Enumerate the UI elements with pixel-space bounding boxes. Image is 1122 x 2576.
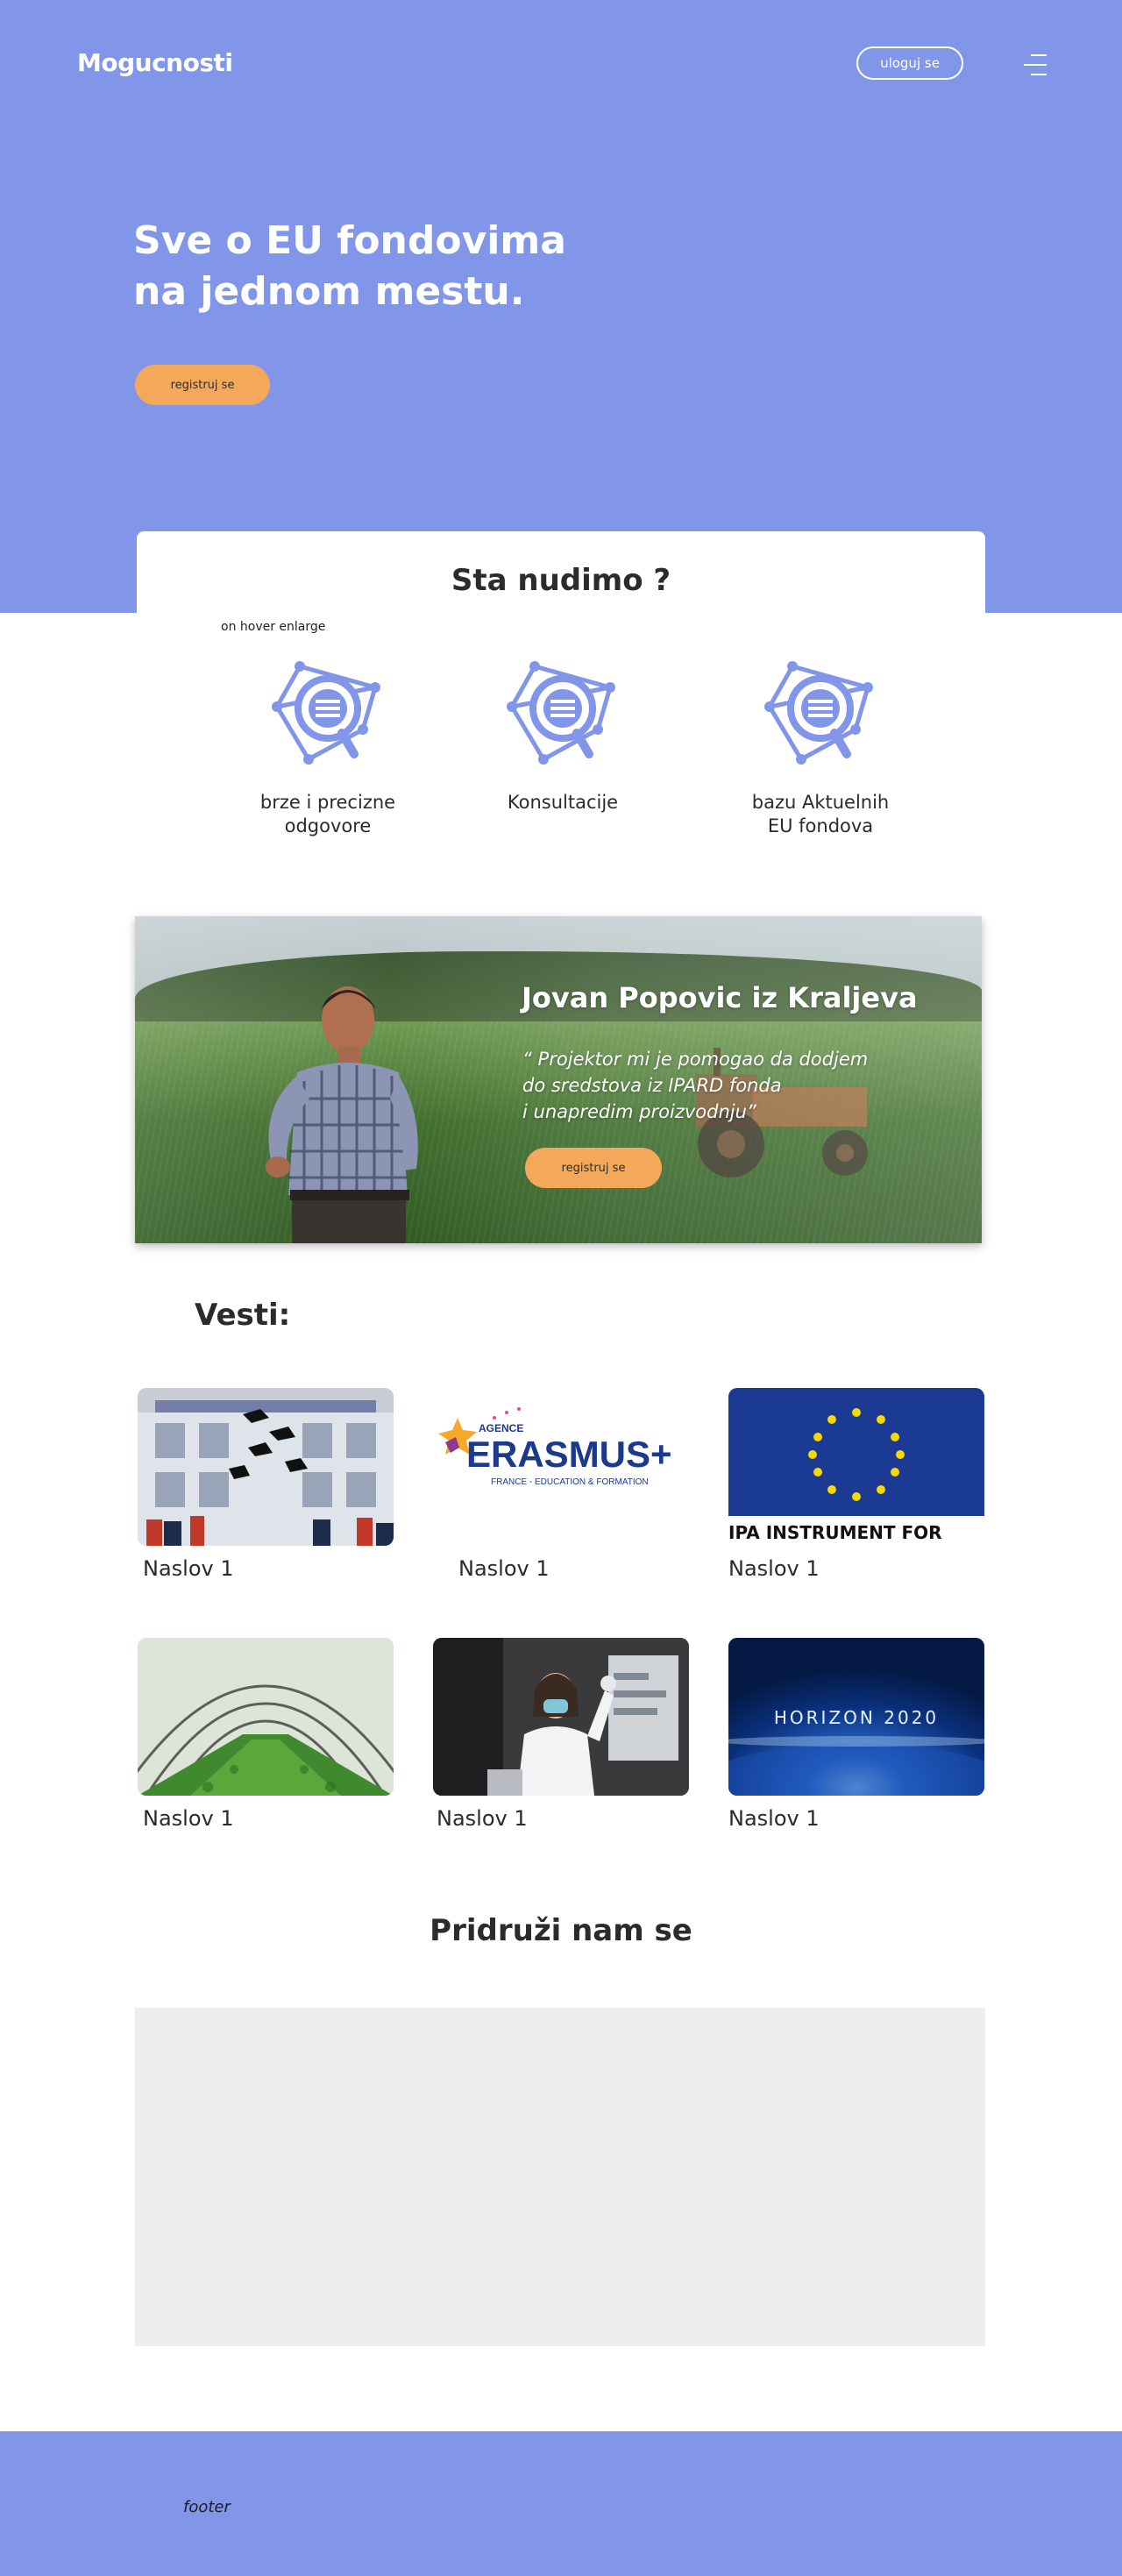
search-network-icon [272,661,380,765]
erasmus-logo-main: ERASMUS+ [466,1434,672,1475]
news-title[interactable]: Naslov 1 [437,1806,528,1831]
news-card[interactable]: Naslov 1 [433,1638,689,1831]
offer-label-line-1: brze i precizne [259,792,396,813]
menu-line [1024,64,1047,66]
news-title[interactable]: Naslov 1 [728,1556,820,1581]
news-heading: Vesti: [195,1298,291,1333]
offer-label-line-1: Konsultacije [507,792,619,813]
news-thumb-graduation [138,1388,394,1546]
news-thumb-erasmus: AGENCE ERASMUS+ FRANCE - EDUCATION & FOR… [433,1388,689,1546]
greenhouse-photo [138,1638,394,1796]
offer-item-answers[interactable]: brze i precizne odgovore [227,661,429,838]
horizon-caption: HORIZON 2020 [774,1707,939,1728]
eu-flag: IPA INSTRUMENT FOR [728,1388,984,1546]
news-card[interactable]: IPA INSTRUMENT FOR Naslov 1 [728,1388,984,1581]
news-title[interactable]: Naslov 1 [143,1556,234,1581]
erasmus-logo: AGENCE ERASMUS+ FRANCE - EDUCATION & FOR… [438,1407,672,1487]
news-title[interactable]: Naslov 1 [143,1806,234,1831]
testimonial-quote: “ Projektor mi je pomogao da dodjem do s… [522,1046,908,1125]
hero-title-line-1: Sve o EU fondovima [133,218,566,263]
menu-line [1031,74,1047,75]
ipa-caption: IPA INSTRUMENT FOR [728,1522,942,1543]
testimonial-banner: Jovan Popovic iz Kraljeva “ Projektor mi… [135,916,982,1243]
news-card[interactable]: AGENCE ERASMUS+ FRANCE - EDUCATION & FOR… [433,1388,689,1581]
offer-card: Sta nudimo ? on hover enlarge brze i pre… [137,531,985,882]
news-card[interactable]: Naslov 1 [138,1388,394,1581]
search-network-icon [507,661,615,765]
hero-section: Mogucnosti uloguj se Sve o EU fondovima … [0,0,1122,613]
offer-label: brze i precizne odgovore [227,791,429,838]
offer-title: Sta nudimo ? [451,563,671,598]
site-logo[interactable]: Mogucnosti [77,48,233,77]
footer-text: footer [183,2498,231,2516]
hero-register-button[interactable]: registruj se [135,365,270,405]
erasmus-logo-small: AGENCE [479,1422,523,1434]
offer-label: bazu Aktuelnih EU fondova [720,791,921,838]
search-network-icon [764,661,873,765]
menu-line [1031,54,1047,56]
join-form-placeholder [135,2008,985,2346]
quote-line-1: “ Projektor mi je pomogao da dodjem [522,1049,869,1070]
offer-label: Konsultacije [462,791,664,815]
horizon-2020: HORIZON 2020 [728,1638,984,1796]
news-card[interactable]: HORIZON 2020 Naslov 1 [728,1638,984,1831]
erasmus-logo-sub: FRANCE - EDUCATION & FORMATION [491,1477,649,1487]
testimonial-register-button[interactable]: registruj se [525,1148,662,1188]
news-thumb-horizon: HORIZON 2020 [728,1638,984,1796]
hover-note: on hover enlarge [221,620,326,634]
offer-label-line-2: EU fondova [767,815,874,836]
join-heading: Pridruži nam se [430,1913,692,1948]
hero-title: Sve o EU fondovima na jednom mestu. [133,216,624,317]
hamburger-menu-icon[interactable] [1017,53,1047,77]
login-button[interactable]: uloguj se [856,46,963,80]
news-thumb-lab [433,1638,689,1796]
offer-item-consultations[interactable]: Konsultacije [462,661,664,815]
quote-line-3: i unapredim proizvodnju” [522,1101,756,1122]
news-card[interactable]: Naslov 1 [138,1638,394,1831]
testimonial-name: Jovan Popovic iz Kraljeva [522,981,918,1014]
quote-line-2: do sredstova iz IPARD fonda [522,1075,782,1096]
graduation-photo [138,1388,394,1546]
footer: footer [0,2431,1122,2576]
lab-scientist-photo [433,1638,689,1796]
news-thumb-greenhouse [138,1638,394,1796]
offer-label-line-1: bazu Aktuelnih [751,792,890,813]
farmer-portrait [266,986,418,1243]
offer-item-eu-funds-database[interactable]: bazu Aktuelnih EU fondova [720,661,921,838]
offer-label-line-2: odgovore [284,815,372,836]
news-thumb-eu-flag: IPA INSTRUMENT FOR [728,1388,984,1546]
news-title[interactable]: Naslov 1 [458,1556,550,1581]
news-title[interactable]: Naslov 1 [728,1806,820,1831]
hero-title-line-2: na jednom mestu. [133,269,525,314]
